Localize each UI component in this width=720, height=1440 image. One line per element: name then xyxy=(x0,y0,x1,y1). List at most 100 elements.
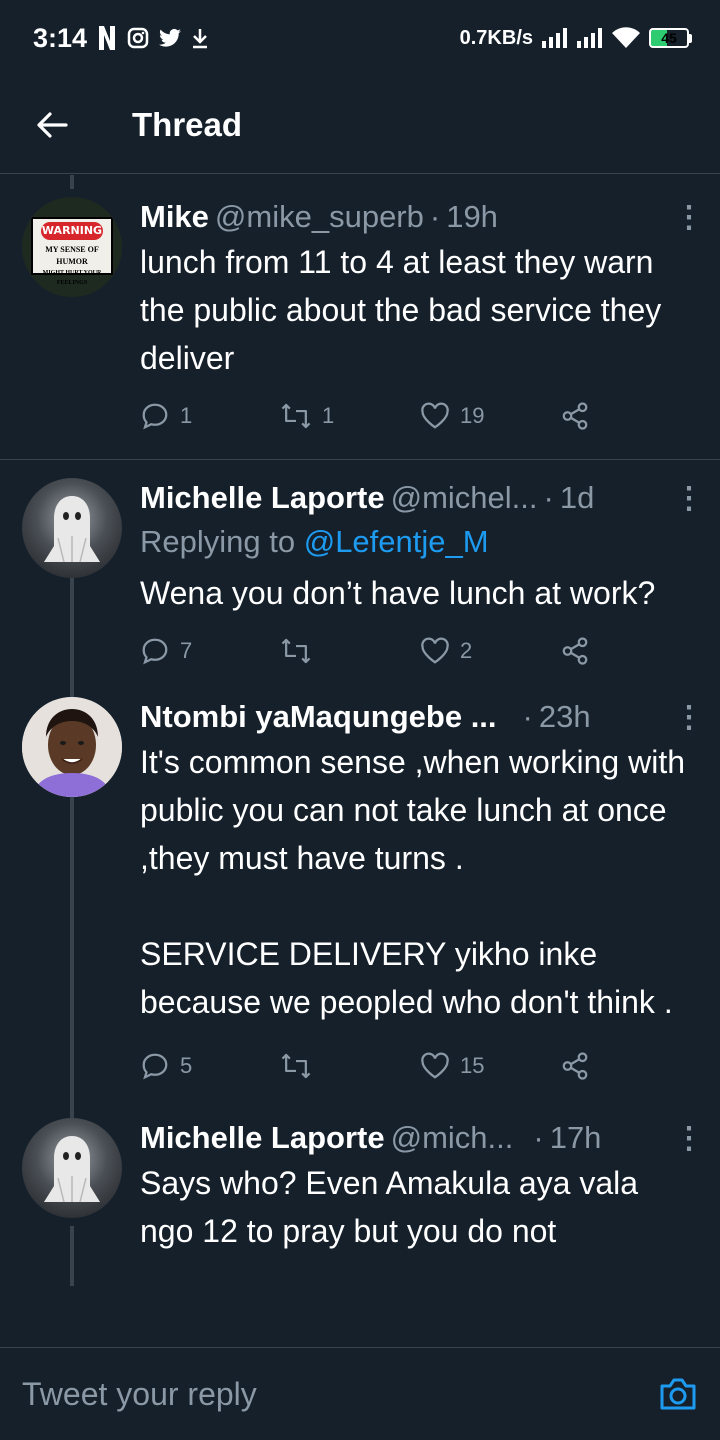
tweet-header: Mike @mike_superb · 19h ⋮ xyxy=(140,197,704,238)
retweet-button[interactable] xyxy=(280,1051,420,1081)
top-app-bar: Thread xyxy=(0,76,720,174)
share-icon xyxy=(562,1052,588,1080)
tweet-text: It's common sense ,when working with pub… xyxy=(140,744,685,1020)
user-handle[interactable]: @michel... xyxy=(391,478,538,518)
mention-link[interactable]: @Lefentje_M xyxy=(304,524,489,559)
reply-button[interactable]: 7 xyxy=(140,636,280,666)
reply-button[interactable]: 5 xyxy=(140,1051,280,1081)
thread-connector xyxy=(70,175,74,189)
signal-icon xyxy=(577,28,603,48)
like-button[interactable]: 15 xyxy=(420,1052,560,1080)
reply-count: 1 xyxy=(180,403,193,428)
download-icon xyxy=(191,27,209,49)
reply-composer: Tweet your reply xyxy=(0,1347,720,1440)
tweet-actions: 7 2 xyxy=(140,629,698,673)
retweet-button[interactable] xyxy=(280,636,420,666)
more-options-icon[interactable]: ⋮ xyxy=(674,1119,704,1159)
tweet-content: Michelle Laporte @michel... · 1d ⋮ Reply… xyxy=(122,478,704,673)
wifi-icon xyxy=(612,27,640,49)
tweet-text: Says who? Even Amakula aya vala ngo 12 t… xyxy=(140,1165,639,1249)
battery-icon: 45 xyxy=(649,28,692,48)
status-bar: 3:14 0.7KB/s 45 xyxy=(0,0,720,76)
thread-list[interactable]: WARNING MY SENSE OF HUMOR MIGHT HURT YOU… xyxy=(0,175,720,1347)
timestamp[interactable]: 23h xyxy=(539,697,591,737)
retweet-icon xyxy=(281,403,311,429)
more-options-icon[interactable]: ⋮ xyxy=(674,479,704,519)
avatar[interactable] xyxy=(22,1118,122,1218)
retweet-count: 1 xyxy=(322,403,335,428)
retweet-icon xyxy=(281,638,311,664)
share-icon xyxy=(562,637,588,665)
like-count: 2 xyxy=(460,638,473,663)
signal-icon xyxy=(542,28,568,48)
arrow-left-icon xyxy=(37,111,68,138)
like-button[interactable]: 19 xyxy=(420,402,560,430)
instagram-icon xyxy=(127,27,149,49)
tweet-header: Ntombi yaMaqungebe ... · 23h ⋮ xyxy=(140,697,704,738)
tweet-text: Wena you don’t have lunch at work? xyxy=(140,575,656,611)
reply-input[interactable]: Tweet your reply xyxy=(22,1376,257,1413)
display-name[interactable]: Mike xyxy=(140,197,209,237)
avatar[interactable] xyxy=(22,478,122,578)
tweet-text: lunch from 11 to 4 at least they warn th… xyxy=(140,244,662,376)
tweet[interactable]: Ntombi yaMaqungebe ... · 23h ⋮ It's comm… xyxy=(0,697,720,1118)
share-button[interactable] xyxy=(560,401,590,431)
reply-icon xyxy=(142,1053,168,1080)
network-speed: 0.7KB/s xyxy=(459,26,533,49)
avatar-text-line: MIGHT HURT YOUR FEELINGS xyxy=(42,270,102,286)
reply-icon xyxy=(142,403,168,430)
display-name[interactable]: Michelle Laporte xyxy=(140,478,385,518)
tweet-content: Michelle Laporte @mich... · 17h ⋮ Says w… xyxy=(122,1118,704,1255)
user-handle[interactable]: @mich... xyxy=(391,1118,514,1158)
share-button[interactable] xyxy=(560,1051,590,1081)
like-count: 19 xyxy=(460,403,485,428)
tweet-content: Mike @mike_superb · 19h ⋮ lunch from 11 … xyxy=(122,197,704,438)
like-button[interactable]: 2 xyxy=(420,637,560,665)
separator-dot: · xyxy=(429,199,441,234)
share-button[interactable] xyxy=(560,636,590,666)
camera-button[interactable] xyxy=(658,1374,698,1414)
more-options-icon[interactable]: ⋮ xyxy=(674,698,704,738)
avatar-text-line: MY SENSE OF HUMOR xyxy=(45,245,99,266)
twitter-icon xyxy=(159,28,182,48)
separator-dot: · xyxy=(522,699,533,734)
status-time: 3:14 xyxy=(33,22,88,53)
timestamp[interactable]: 19h xyxy=(446,197,498,237)
avatar[interactable] xyxy=(22,697,122,797)
avatar-warning-label: WARNING xyxy=(41,222,103,240)
tweet[interactable]: WARNING MY SENSE OF HUMOR MIGHT HURT YOU… xyxy=(0,175,720,460)
user-handle[interactable]: @mike_superb xyxy=(215,197,424,237)
heart-icon xyxy=(421,1052,449,1079)
tweet-content: Ntombi yaMaqungebe ... · 23h ⋮ It's comm… xyxy=(122,697,704,1088)
tweet[interactable]: Michelle Laporte @mich... · 17h ⋮ Says w… xyxy=(0,1118,720,1286)
display-name[interactable]: Michelle Laporte xyxy=(140,1118,385,1158)
heart-icon xyxy=(421,402,449,429)
more-options-icon[interactable]: ⋮ xyxy=(674,198,704,238)
status-bar-right: 0.7KB/s 45 xyxy=(460,27,692,50)
back-button[interactable] xyxy=(0,76,104,174)
tweet-header: Michelle Laporte @mich... · 17h ⋮ xyxy=(140,1118,704,1159)
retweet-button[interactable]: 1 xyxy=(280,401,420,431)
reply-count: 5 xyxy=(180,1053,193,1078)
replying-to: Replying to @Lefentje_M xyxy=(140,519,698,565)
heart-icon xyxy=(421,637,449,664)
timestamp[interactable]: 17h xyxy=(550,1118,602,1158)
share-icon xyxy=(562,402,588,430)
avatar[interactable]: WARNING MY SENSE OF HUMOR MIGHT HURT YOU… xyxy=(22,197,122,297)
tweet-actions: 5 15 xyxy=(140,1044,698,1088)
reply-icon xyxy=(142,638,168,665)
camera-icon xyxy=(660,1378,696,1410)
display-name[interactable]: Ntombi yaMaqungebe ... xyxy=(140,697,497,737)
battery-level: 45 xyxy=(649,28,689,48)
page-title: Thread xyxy=(132,105,243,143)
separator-dot: · xyxy=(533,1120,544,1155)
tweet-header: Michelle Laporte @michel... · 1d ⋮ xyxy=(140,478,704,519)
separator-dot: · xyxy=(543,480,554,515)
replying-prefix: Replying to xyxy=(140,524,296,559)
status-bar-left: 3:14 xyxy=(33,23,209,54)
reply-button[interactable]: 1 xyxy=(140,401,280,431)
tweet-actions: 1 1 19 xyxy=(140,394,698,438)
tweet[interactable]: Michelle Laporte @michel... · 1d ⋮ Reply… xyxy=(0,460,720,697)
reply-count: 7 xyxy=(180,638,193,663)
timestamp[interactable]: 1d xyxy=(560,478,594,518)
